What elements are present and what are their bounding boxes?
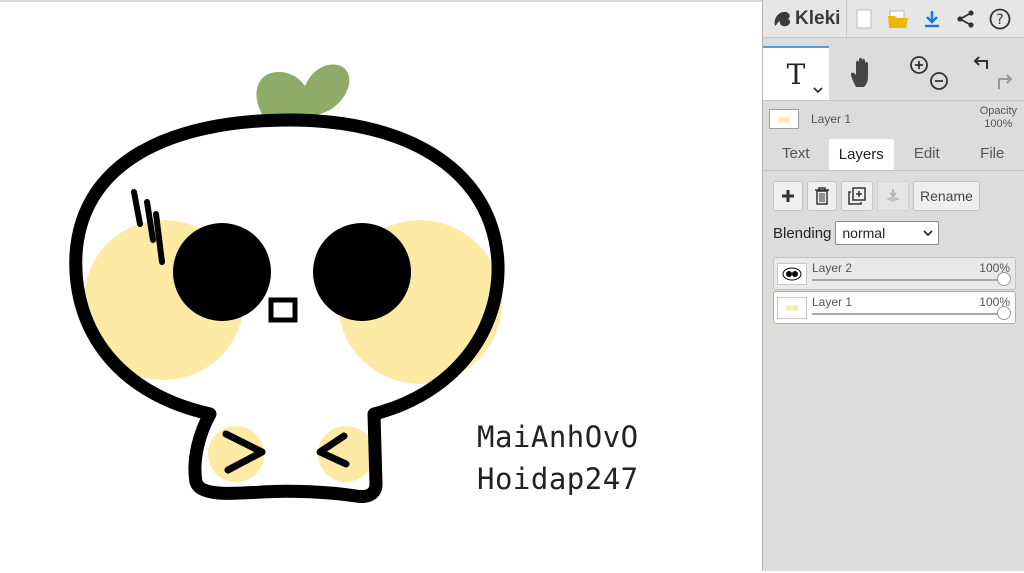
layer-2-opacity-track[interactable] xyxy=(812,279,1003,281)
layer-1-thumbnail xyxy=(777,297,807,319)
layer-item-layer-1[interactable]: Layer 1 100% xyxy=(773,291,1016,324)
kleki-logo-icon xyxy=(771,8,793,30)
opacity-value: 100% xyxy=(980,118,1017,131)
blending-select[interactable]: normal xyxy=(835,221,939,245)
tab-text[interactable]: Text xyxy=(763,137,829,170)
zoom-out-icon[interactable] xyxy=(931,73,947,89)
canvas-drawing xyxy=(0,2,762,573)
blending-value: normal xyxy=(842,225,885,241)
layer-2-name: Layer 2 xyxy=(812,261,852,275)
tab-layers[interactable]: Layers xyxy=(829,139,895,170)
layer-thumb-drawing xyxy=(770,110,798,128)
hand-icon xyxy=(848,57,878,89)
current-layer-indicator[interactable]: Layer 1 Opacity 100% xyxy=(763,101,1024,137)
text-tool-glyph: T xyxy=(787,58,806,91)
share-icon xyxy=(956,9,976,29)
mouth xyxy=(271,300,295,320)
help-button[interactable]: ? xyxy=(983,0,1017,38)
rename-layer-button[interactable]: Rename xyxy=(913,181,980,211)
layer-2-thumbnail xyxy=(777,263,807,285)
tool-row: T xyxy=(763,46,1024,101)
sprout-leaf xyxy=(256,65,349,119)
new-image-button[interactable] xyxy=(847,0,881,38)
current-layer-thumbnail xyxy=(769,109,799,129)
hand-tool[interactable] xyxy=(829,46,897,100)
right-eye xyxy=(313,223,411,321)
layer-1-opacity-slider-handle[interactable] xyxy=(997,306,1011,320)
download-icon xyxy=(922,9,942,29)
undo-redo xyxy=(961,46,1024,100)
blending-control: Blending normal xyxy=(773,221,939,245)
tab-file[interactable]: File xyxy=(960,137,1024,170)
duplicate-layer-button[interactable] xyxy=(841,181,873,211)
current-layer-opacity: Opacity 100% xyxy=(980,105,1017,131)
svg-text:?: ? xyxy=(997,12,1004,28)
download-button[interactable] xyxy=(915,0,949,38)
zoom-icons xyxy=(907,53,951,93)
drawing-canvas[interactable]: MaiAnhOvO Hoidap247 xyxy=(0,0,762,571)
zoom-in-icon[interactable] xyxy=(911,57,927,73)
delete-layer-button[interactable] xyxy=(807,181,837,211)
chevron-down-icon xyxy=(813,86,823,94)
new-image-icon xyxy=(856,9,872,29)
sidebar: Kleki ? xyxy=(762,0,1024,571)
redo-icon[interactable] xyxy=(999,75,1011,89)
merge-layer-button[interactable] xyxy=(877,181,909,211)
trash-icon xyxy=(814,187,830,205)
add-layer-button[interactable] xyxy=(773,181,803,211)
help-icon: ? xyxy=(989,8,1011,30)
duplicate-icon xyxy=(848,187,866,205)
layer-1-thumb-drawing xyxy=(778,298,806,318)
left-eye xyxy=(173,223,271,321)
chevron-down-icon xyxy=(922,226,934,240)
open-image-button[interactable] xyxy=(881,0,915,38)
layer-item-layer-2[interactable]: Layer 2 100% xyxy=(773,257,1016,290)
opacity-label: Opacity xyxy=(980,105,1017,118)
layer-2-thumb-drawing xyxy=(778,264,806,284)
watermark-line-2: Hoidap247 xyxy=(477,462,639,496)
undo-redo-icons xyxy=(969,53,1017,93)
layer-actions: Rename xyxy=(773,181,980,213)
plus-icon xyxy=(781,189,795,203)
share-button[interactable] xyxy=(949,0,983,38)
layer-1-opacity-track[interactable] xyxy=(812,313,1003,315)
zoom-tools xyxy=(897,46,961,100)
undo-icon[interactable] xyxy=(975,57,987,69)
layer-2-opacity-slider-handle[interactable] xyxy=(997,272,1011,286)
tab-edit[interactable]: Edit xyxy=(894,137,960,170)
kleki-logo[interactable]: Kleki xyxy=(763,0,847,38)
current-layer-name: Layer 1 xyxy=(811,112,851,126)
watermark-line-1: MaiAnhOvO xyxy=(477,420,639,454)
merge-down-icon xyxy=(884,187,902,205)
logo-text: Kleki xyxy=(795,8,840,30)
top-toolbar: Kleki ? xyxy=(763,0,1024,38)
open-folder-icon xyxy=(887,9,909,29)
blending-label: Blending xyxy=(773,225,831,242)
layer-1-name: Layer 1 xyxy=(812,295,852,309)
panel-tabs: Text Layers Edit File xyxy=(763,137,1024,171)
text-tool[interactable]: T xyxy=(763,46,829,100)
